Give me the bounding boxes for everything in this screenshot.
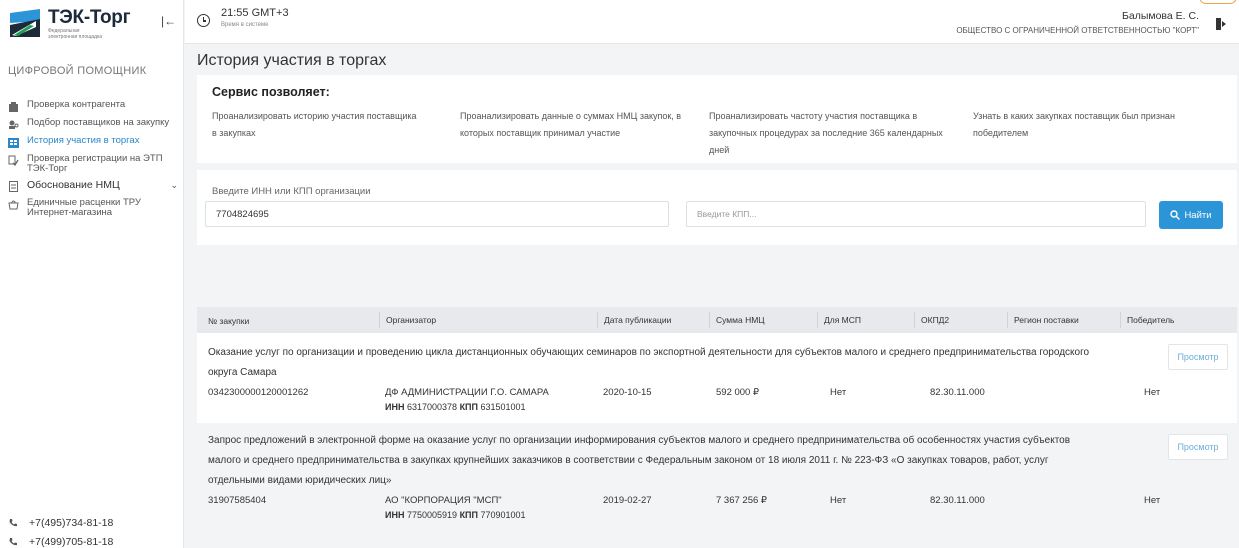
sidebar-item-registration-check[interactable]: Проверка регистрации на ЭТП ТЭК-Торг [8,154,178,174]
users-search-icon [9,120,19,129]
sidebar-item-label: Единичные расценки ТРУ Интернет-магазина [27,197,141,218]
feature-item: Проанализировать частоту участия поставщ… [709,111,943,155]
find-button[interactable]: Найти [1159,201,1223,229]
logo-name: ТЭК-Торг [48,7,131,28]
inn-value: 6317000378 [406,402,458,412]
sidebar-item-label: Проверка регистрации на ЭТП ТЭК-Торг [27,153,163,174]
column-header-winner[interactable]: Победитель [1120,312,1175,328]
logo[interactable]: ТЭК-Торг Федеральная электронная площадк… [10,8,130,40]
sidebar-item-counterparty-check[interactable]: Проверка контрагента [8,100,178,112]
organizer-name: ДФ АДМИНИСТРАЦИИ Г.О. САМАРА [385,387,549,398]
system-time: 21:55 GMT+3 [221,7,289,19]
inn-input[interactable] [205,201,669,227]
shopping-bag-icon [8,200,19,210]
okpd-code: 82.30.11.000 [930,387,985,398]
table-row: Оказание услуг по организации и проведен… [197,333,1237,423]
find-button-label: Найти [1184,209,1212,221]
organizer-ids: ИНН 6317000378 КПП 631501001 [385,402,526,412]
sidebar-item-history[interactable]: История участия в торгах [8,136,178,148]
okpd-code: 82.30.11.000 [930,495,985,506]
collapse-sidebar-button[interactable]: |← [161,14,176,28]
purchase-number[interactable]: 31907585404 [208,495,266,506]
sidebar-item-label: История участия в торгах [27,135,140,146]
user-name[interactable]: Балымова Е. С. [1122,10,1199,22]
phone-entry[interactable]: +7(495)734-81-18 [8,517,113,529]
view-button[interactable]: Просмотр [1168,434,1228,460]
column-header-okpd[interactable]: ОКПД2 [914,312,949,328]
building-icon [9,102,18,112]
purchase-title: Оказание услуг по организации и проведен… [208,347,1090,378]
column-header-sum[interactable]: Сумма НМЦ [709,312,765,328]
phone-entry[interactable]: +7(499)705-81-18 [8,536,113,548]
inn-label: ИНН [385,510,405,520]
phone-number: +7(499)705-81-18 [29,536,114,548]
top-bar: 21:55 GMT+3 Время в системе Балымова Е. … [185,0,1239,44]
column-header-region[interactable]: Регион поставки [1007,312,1079,328]
history-grid-icon [8,138,19,148]
sidebar-section-title: ЦИФРОВОЙ ПОМОЩНИК [8,65,147,77]
feature-item: Проанализировать историю участия поставщ… [212,111,417,138]
publication-date: 2019-02-27 [603,495,652,506]
kpp-value: 631501001 [480,402,526,412]
notification-tab[interactable] [1199,0,1237,4]
tek-torg-logo-icon [10,9,40,37]
registration-icon [8,155,19,166]
purchase-number[interactable]: 0342300000120001262 [208,387,308,398]
kpp-label: КПП [459,510,478,520]
kpp-input[interactable] [686,201,1146,227]
search-label: Введите ИНН или КПП организации [212,186,371,197]
feature-item: Проанализировать данные о суммах НМЦ зак… [460,111,682,138]
phone-icon [9,519,17,527]
table-header: № закупки Организатор Дата публикации Су… [197,307,1237,333]
column-header-msp[interactable]: Для МСП [817,312,861,328]
features-panel: Сервис позволяет: Проанализировать истор… [197,75,1237,163]
msp-flag: Нет [830,495,847,506]
view-button[interactable]: Просмотр [1168,344,1228,370]
search-icon [1170,210,1181,220]
clock-icon [197,14,210,27]
table-row: Запрос предложений в электронной форме н… [197,425,1237,548]
inn-label: ИНН [385,402,405,412]
inn-value: 7750005919 [406,510,458,520]
kpp-value: 770901001 [480,510,526,520]
organizer-name: АО "КОРПОРАЦИЯ "МСП" [385,495,502,506]
phone-number: +7(495)734-81-18 [29,517,114,529]
sidebar-item-unit-prices[interactable]: Единичные расценки ТРУ Интернет-магазина [8,198,178,218]
calculator-icon [9,181,18,192]
kpp-label: КПП [459,402,478,412]
column-header-number[interactable]: № закупки [208,316,249,326]
column-header-date[interactable]: Дата публикации [597,312,671,328]
system-time-caption: Время в системе [221,22,269,28]
sidebar-item-label: Подбор поставщиков на закупку [27,117,170,128]
sidebar-item-supplier-selection[interactable]: Подбор поставщиков на закупку [8,118,178,130]
features-title: Сервис позволяет: [212,85,330,99]
sidebar-item-label: Обоснование НМЦ [27,179,120,191]
purchase-title: Запрос предложений в электронной форме н… [208,435,1071,486]
nmc-sum: 592 000 ₽ [716,387,760,398]
sidebar-item-label: Проверка контрагента [27,99,126,110]
user-organization: ОБЩЕСТВО С ОГРАНИЧЕННОЙ ОТВЕТСТВЕННОСТЬЮ… [956,26,1199,35]
msp-flag: Нет [830,387,847,398]
winner-flag: Нет [1144,387,1161,398]
column-header-organizer[interactable]: Организатор [379,312,436,328]
sidebar-nav: Проверка контрагента Подбор поставщиков … [8,100,178,224]
logout-icon[interactable] [1216,18,1227,30]
sidebar: ТЭК-Торг Федеральная электронная площадк… [0,0,184,548]
feature-item: Узнать в каких закупках поставщик был пр… [973,111,1175,138]
search-panel: Введите ИНН или КПП организации Найти [197,170,1237,245]
organizer-ids: ИНН 7750005919 КПП 770901001 [385,510,526,520]
support-phones: +7(495)734-81-18 +7(499)705-81-18 [8,517,113,548]
phone-icon [9,538,17,546]
publication-date: 2020-10-15 [603,387,652,398]
winner-flag: Нет [1144,495,1161,506]
page-title: История участия в торгах [197,52,387,69]
sidebar-item-nmc-justification[interactable]: Обоснование НМЦ ⌄ [8,180,178,192]
chevron-down-icon[interactable]: ⌄ [170,180,178,191]
logo-subtitle: Федеральная электронная площадка [48,28,102,40]
nmc-sum: 7 367 256 ₽ [716,495,767,506]
